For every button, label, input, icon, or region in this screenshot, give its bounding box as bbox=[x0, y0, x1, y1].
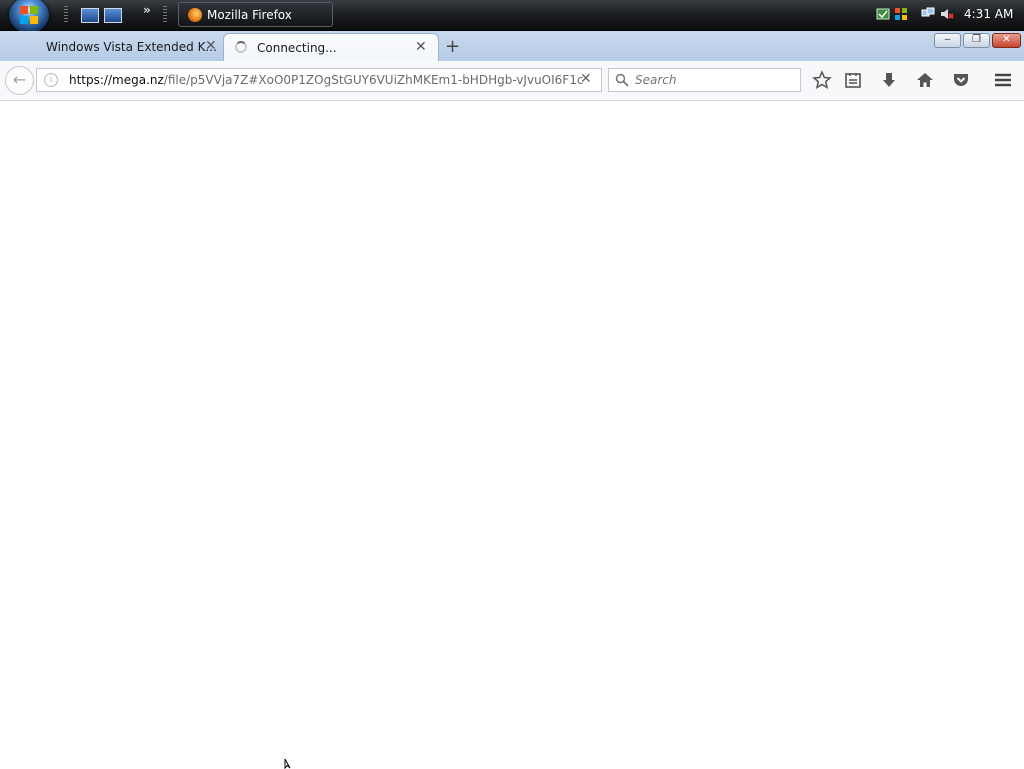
info-icon[interactable]: i bbox=[44, 73, 58, 87]
network-icon[interactable] bbox=[921, 7, 935, 21]
firefox-task-button[interactable]: Mozilla Firefox bbox=[178, 2, 333, 27]
taskbar-grip[interactable] bbox=[163, 6, 167, 24]
page-content-area[interactable] bbox=[0, 101, 1024, 768]
tab-close-icon[interactable]: ✕ bbox=[415, 39, 427, 55]
firefox-icon bbox=[188, 8, 202, 22]
task-button-label: Mozilla Firefox bbox=[207, 8, 292, 22]
url-host: https://mega.nz bbox=[69, 73, 164, 87]
quick-launch-overflow-chevron[interactable]: » bbox=[143, 3, 151, 17]
taskbar: » Mozilla Firefox 4:31 AM bbox=[0, 0, 1024, 33]
bookmark-star-icon[interactable] bbox=[812, 70, 832, 90]
stop-icon[interactable]: ✕ bbox=[580, 71, 592, 87]
tab-connecting[interactable]: Connecting... ✕ bbox=[223, 33, 439, 61]
search-input[interactable] bbox=[633, 72, 797, 88]
minimize-button[interactable]: ‒ bbox=[934, 33, 961, 48]
url-text[interactable]: https://mega.nz/file/p5VVja7Z#XoO0P1ZOgS… bbox=[69, 73, 583, 87]
reading-list-icon[interactable] bbox=[843, 70, 863, 90]
tab-strip: Windows Vista Extended K... ✕ Connecting… bbox=[0, 31, 1024, 61]
loading-spinner-icon bbox=[235, 41, 247, 53]
navigation-toolbar: ← i https://mega.nz/file/p5VVja7Z#XoO0P1… bbox=[0, 61, 1024, 101]
security-shield-icon[interactable] bbox=[876, 7, 890, 21]
close-window-button[interactable]: ✕ bbox=[992, 33, 1021, 48]
home-icon[interactable] bbox=[915, 70, 935, 90]
volume-muted-icon[interactable] bbox=[940, 7, 954, 21]
url-path: /file/p5VVja7Z#XoO0P1ZOgStGUY6VUiZhMKEm1… bbox=[163, 73, 584, 87]
search-icon bbox=[615, 73, 629, 87]
show-desktop-icon[interactable] bbox=[81, 8, 99, 23]
switch-windows-icon[interactable] bbox=[104, 8, 122, 23]
taskbar-grip[interactable] bbox=[64, 6, 68, 24]
new-tab-button[interactable]: + bbox=[445, 36, 460, 57]
restore-button[interactable]: ❐ bbox=[963, 33, 990, 48]
back-arrow-icon: ← bbox=[12, 70, 27, 89]
menu-icon[interactable] bbox=[993, 70, 1013, 90]
tab-windows-vista[interactable]: Windows Vista Extended K... ✕ bbox=[30, 33, 222, 61]
windows-update-icon[interactable] bbox=[894, 7, 908, 21]
download-icon[interactable] bbox=[879, 70, 899, 90]
pocket-icon[interactable] bbox=[951, 70, 971, 90]
back-button[interactable]: ← bbox=[5, 66, 34, 95]
system-clock[interactable]: 4:31 AM bbox=[964, 7, 1013, 21]
start-orb-icon[interactable] bbox=[9, 0, 49, 33]
search-bar[interactable] bbox=[608, 68, 801, 92]
tab-title: Connecting... bbox=[257, 41, 337, 55]
tab-title: Windows Vista Extended K... bbox=[46, 40, 217, 54]
tab-close-icon[interactable]: ✕ bbox=[205, 38, 217, 54]
url-bar[interactable]: i https://mega.nz/file/p5VVja7Z#XoO0P1ZO… bbox=[36, 68, 602, 92]
